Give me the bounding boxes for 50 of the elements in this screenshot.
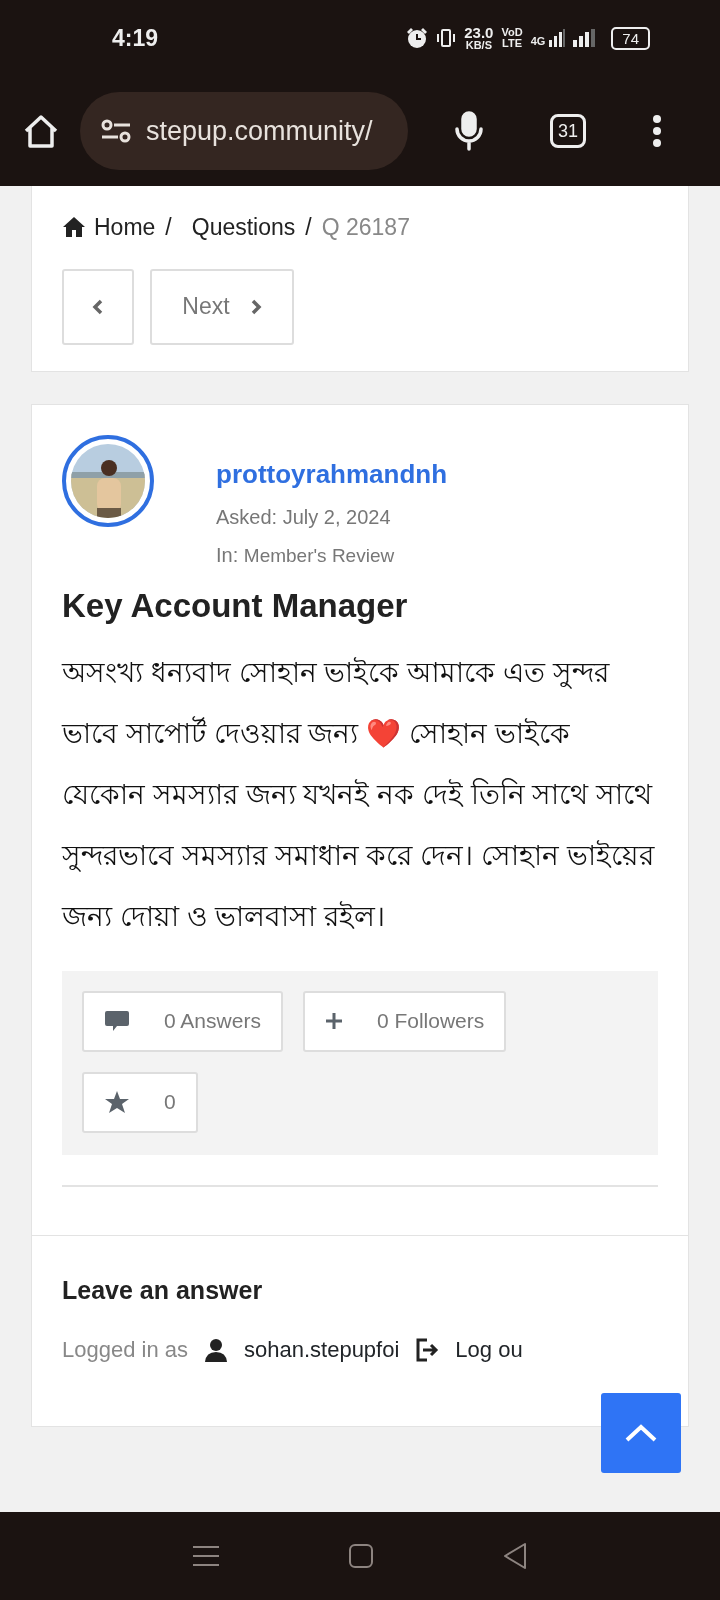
category-label: In: (216, 543, 239, 566)
logout-link[interactable]: Log ou (455, 1333, 523, 1367)
back-icon[interactable] (503, 1543, 527, 1569)
alarm-icon (406, 27, 429, 49)
user-icon (204, 1337, 228, 1362)
network-speed: 23.0 (464, 25, 494, 40)
chevron-right-icon (249, 297, 262, 316)
url-text: stepup.community/ (146, 114, 373, 148)
avatar[interactable] (62, 434, 154, 527)
battery-indicator: 74 (611, 26, 650, 50)
breadcrumb-link[interactable]: Home (62, 210, 156, 245)
vibrate-icon (436, 27, 457, 49)
breadcrumb-separator: / (165, 213, 172, 242)
tab-count[interactable]: 31 (550, 114, 586, 148)
asked-label: Asked: (216, 505, 278, 528)
favorite-button[interactable]: 0 (82, 1071, 198, 1133)
menu-icon[interactable] (652, 114, 662, 148)
category-link[interactable]: Member's Review (243, 544, 395, 566)
question-title: Key Account Manager (62, 586, 409, 626)
chevron-left-icon (92, 297, 104, 316)
section-heading: Leave an answer (62, 1274, 264, 1306)
logged-in-label: Logged in as (62, 1336, 188, 1365)
site-settings-icon (100, 118, 132, 144)
breadcrumb-separator: / (305, 213, 312, 242)
home-icon (62, 216, 86, 239)
back-to-top-button[interactable] (601, 1393, 681, 1473)
breadcrumb-current: Q 26187 (321, 213, 410, 242)
question-text: অসংখ্য ধন্যবাদ সোহান ভাইকে আমাকে এত সুন্দর ভাবে সাপোর্ট দেওয়ার জন্য ❤ সোহান ভাইকে যেকোন সমস্যার জন্য যখনই নক দেই তিনি সাথে সাথে সুন্দরভাবে সমস্যার সমাধান করে দেন। সোহান ভাইয়ের জন্য দোয়া ও ভালবাসা রইল। (62, 655, 656, 934)
next-button[interactable]: Next (150, 268, 294, 345)
username-link[interactable]: sohan.stepupfoi (244, 1333, 400, 1367)
status-time: 4:19 (112, 23, 159, 53)
breadcrumb-link[interactable]: Questions (191, 210, 296, 245)
logout-icon (415, 1337, 440, 1362)
plus-icon (324, 1012, 343, 1031)
volte-label: LTE (501, 38, 523, 49)
star-icon (104, 1090, 130, 1115)
volte-label: VoD (501, 27, 523, 38)
network-type: 4G (530, 36, 546, 47)
chevron-up-icon (624, 1423, 658, 1443)
signal-icon (573, 29, 598, 47)
address-bar[interactable]: stepup.community/ (80, 92, 408, 170)
answers-button[interactable]: 0 Answers (82, 990, 283, 1052)
author-link[interactable]: prottoyrahmandnh (216, 454, 448, 494)
home-button-icon[interactable] (349, 1544, 373, 1568)
follow-button[interactable]: 0 Followers (302, 990, 507, 1052)
signal-icon (549, 29, 566, 47)
date-link[interactable]: July 2, 2024 (282, 505, 391, 528)
microphone-icon[interactable] (454, 111, 484, 151)
home-icon[interactable] (22, 112, 60, 150)
speed-unit: KB/S (464, 40, 493, 51)
